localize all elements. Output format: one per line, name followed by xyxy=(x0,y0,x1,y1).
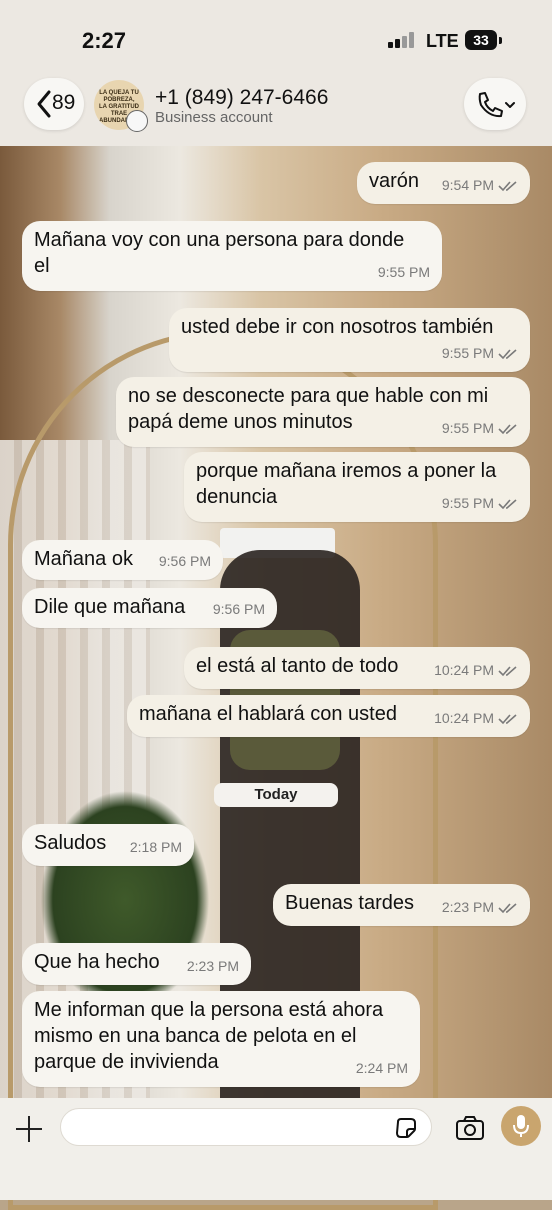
chat-header: 89 LA QUEJA TU POBREZA, LA GRATITUD TRAE… xyxy=(0,78,552,146)
message-bubble[interactable]: Saludos 2:18 PM xyxy=(22,824,194,866)
message-text: Buenas tardes xyxy=(285,892,414,914)
message-time: 2:23 PM xyxy=(441,899,494,915)
message-time: 9:55 PM xyxy=(441,495,494,511)
message-composer xyxy=(0,1098,552,1200)
microphone-icon xyxy=(513,1115,529,1137)
message-text: Mañana ok xyxy=(34,548,133,570)
back-button[interactable]: 89 xyxy=(24,78,84,130)
message-bubble[interactable]: no se desconecte para que hable con mi p… xyxy=(116,377,530,447)
message-time: 9:55 PM xyxy=(441,345,494,361)
message-time: 9:56 PM xyxy=(212,601,265,617)
message-bubble[interactable]: Buenas tardes 2:23 PM xyxy=(273,884,530,926)
message-time: 9:55 PM xyxy=(441,420,494,436)
contact-subtitle: Business account xyxy=(155,109,273,126)
double-check-icon xyxy=(498,424,517,435)
double-check-icon xyxy=(498,903,517,914)
network-label: LTE xyxy=(426,31,459,51)
phone-icon xyxy=(478,92,515,118)
status-bar: 2:27 LTE 33 xyxy=(0,0,552,80)
message-time: 2:24 PM xyxy=(355,1060,408,1076)
message-text: usted debe ir con nosotros también xyxy=(181,316,494,338)
double-check-icon xyxy=(498,666,517,677)
business-badge-icon xyxy=(126,110,148,132)
message-bubble[interactable]: Me informan que la persona está ahora mi… xyxy=(22,991,420,1087)
message-input[interactable] xyxy=(60,1108,432,1146)
message-bubble[interactable]: porque mañana iremos a poner la denuncia… xyxy=(184,452,530,522)
message-time: 2:23 PM xyxy=(186,958,239,974)
battery-level: 33 xyxy=(473,32,489,48)
message-time: 9:56 PM xyxy=(158,553,211,569)
unread-count: 89 xyxy=(52,91,76,114)
double-check-icon xyxy=(498,181,517,192)
message-bubble[interactable]: Dile que mañana 9:56 PM xyxy=(22,588,277,628)
message-time: 9:55 PM xyxy=(377,264,430,280)
message-bubble[interactable]: varón 9:54 PM xyxy=(357,162,530,204)
battery-icon: 33 xyxy=(465,30,497,50)
message-bubble[interactable]: Que ha hecho 2:23 PM xyxy=(22,943,251,985)
message-bubble[interactable]: el está al tanto de todo 10:24 PM xyxy=(184,647,530,689)
microphone-button[interactable] xyxy=(501,1106,541,1146)
message-time: 10:24 PM xyxy=(434,662,494,678)
message-text: el está al tanto de todo xyxy=(196,655,399,677)
double-check-icon xyxy=(498,714,517,725)
double-check-icon xyxy=(498,499,517,510)
message-time: 10:24 PM xyxy=(434,710,494,726)
message-time: 9:54 PM xyxy=(441,177,494,193)
battery-tip xyxy=(499,37,502,44)
camera-icon[interactable] xyxy=(455,1115,485,1141)
double-check-icon xyxy=(498,349,517,360)
message-text: Que ha hecho xyxy=(34,951,160,973)
message-text: varón xyxy=(369,170,420,192)
message-bubble[interactable]: Mañana ok 9:56 PM xyxy=(22,540,223,580)
message-time: 2:18 PM xyxy=(129,839,182,855)
message-bubble[interactable]: usted debe ir con nosotros también 9:55 … xyxy=(169,308,530,372)
call-button[interactable] xyxy=(464,78,526,130)
chevron-left-icon xyxy=(37,90,51,118)
contact-name[interactable]: +1 (849) 247-6466 xyxy=(155,86,328,110)
message-text: no se desconecte para que hable con mi p… xyxy=(128,385,489,433)
message-text: Me informan que la persona está ahora mi… xyxy=(34,999,384,1073)
sticker-icon[interactable] xyxy=(394,1116,418,1140)
signal-icon xyxy=(388,32,418,48)
date-separator: Today xyxy=(214,783,338,807)
message-text: Saludos xyxy=(34,832,107,854)
status-time: 2:27 xyxy=(82,28,127,53)
message-text: Mañana voy con una persona para donde el xyxy=(34,229,405,277)
message-bubble[interactable]: mañana el hablará con usted 10:24 PM xyxy=(127,695,530,737)
message-text: Dile que mañana xyxy=(34,596,186,618)
plus-icon[interactable] xyxy=(16,1116,42,1142)
message-bubble[interactable]: Mañana voy con una persona para donde el… xyxy=(22,221,442,291)
message-text: mañana el hablará con usted xyxy=(139,703,397,725)
